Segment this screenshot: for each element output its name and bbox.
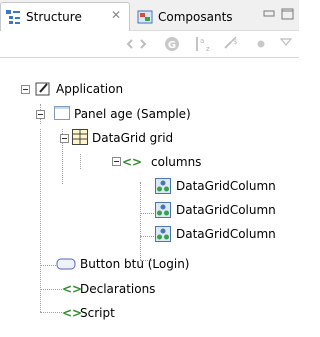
collapse-toggle-icon[interactable] (112, 157, 121, 166)
tab-structure-label: Structure (26, 10, 82, 24)
datagrid-icon (72, 129, 88, 145)
collapse-toggle-icon[interactable] (21, 85, 30, 94)
tree-item-datagrid-column[interactable]: DataGridColumn (176, 224, 276, 244)
tab-composants-label: Composants (158, 9, 233, 24)
application-icon (35, 82, 50, 96)
datagrid-column-icon (155, 202, 171, 218)
tree-item-datagrid[interactable]: DataGrid grid (92, 128, 173, 148)
view-tab-bar: Structure ✕ Composants (0, 0, 299, 31)
filter-icon[interactable]: $ (222, 35, 240, 53)
tree-connector (40, 289, 62, 290)
svg-text:$: $ (233, 38, 237, 46)
collapse-toggle-icon[interactable] (60, 134, 69, 143)
datagrid-column-icon (155, 178, 171, 194)
collapse-toggle-icon[interactable] (36, 110, 45, 119)
tree-item-declarations[interactable]: Declarations (80, 279, 155, 299)
tree-item-button[interactable]: Button btu (Login) (80, 254, 190, 274)
tree-connector (40, 265, 56, 266)
tree-connector (80, 154, 81, 169)
view-menu-icon[interactable] (279, 35, 293, 53)
tree-item-datagrid-column[interactable]: DataGridColumn (176, 176, 276, 196)
button-component-icon (56, 258, 76, 270)
close-icon[interactable]: ✕ (111, 8, 121, 22)
refresh-icon[interactable]: G (163, 35, 181, 53)
tree-connector (140, 213, 154, 214)
minimize-maximize-icon[interactable] (262, 6, 296, 22)
tree-item-datagrid-column[interactable]: DataGridColumn (176, 200, 276, 220)
panel-icon (54, 106, 70, 120)
components-icon (137, 10, 153, 23)
structure-icon (6, 10, 20, 24)
tree-connector (140, 182, 141, 260)
svg-text:a: a (200, 37, 204, 45)
tree-item-panel[interactable]: Panel age (Sample) (74, 104, 191, 124)
tab-composants[interactable]: Composants (131, 2, 253, 31)
tree-connector (140, 236, 154, 237)
tree-item-columns[interactable]: columns (151, 152, 201, 172)
tree-item-application[interactable]: Application (56, 79, 123, 99)
datagrid-column-icon (155, 226, 171, 242)
tree-connector (40, 312, 62, 313)
structure-tree: Application Panel age (Sample) DataGrid … (0, 59, 299, 337)
mxml-tag-icon: <> (122, 155, 143, 169)
svg-text:z: z (206, 45, 210, 53)
tree-connector (40, 129, 41, 312)
dot-icon[interactable] (255, 35, 267, 53)
tab-structure[interactable]: Structure ✕ (0, 2, 130, 31)
tree-item-script[interactable]: Script (80, 303, 115, 323)
sort-az-icon[interactable]: a z (193, 35, 215, 53)
svg-text:G: G (168, 40, 176, 51)
view-toolbar: G a z $ (0, 31, 299, 58)
back-forward-icon[interactable] (123, 35, 153, 53)
